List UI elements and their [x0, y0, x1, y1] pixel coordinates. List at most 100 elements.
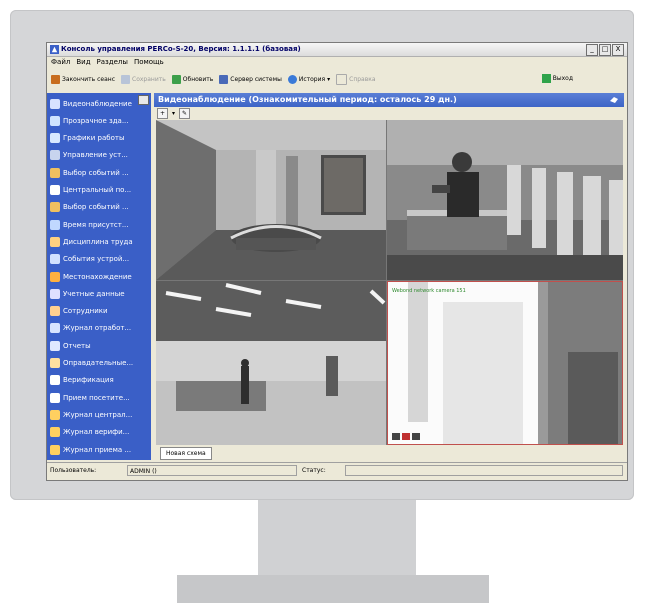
sidebar-item-label: Журнал приема ... — [63, 445, 132, 454]
sidebar-item-20[interactable]: Журнал верифи... — [50, 424, 148, 441]
camera-4-image — [388, 282, 622, 444]
sidebar-item-2[interactable]: Прозрачное зда... — [50, 112, 148, 129]
camera-settings-icon[interactable] — [412, 433, 420, 440]
help-icon — [336, 73, 348, 85]
refresh-button[interactable]: Обновить — [171, 74, 214, 84]
sidebar-item-1[interactable]: Видеонаблюдение — [50, 95, 148, 112]
save-icon — [121, 74, 131, 84]
sidebar-item-16[interactable]: Оправдательные... — [50, 355, 148, 372]
sidebar-item-label: Учетные данные — [63, 289, 125, 298]
sidebar-item-14[interactable]: Журнал отработ... — [50, 320, 148, 337]
refresh-label: Обновить — [182, 75, 214, 83]
user-label: Пользователь: — [50, 467, 97, 474]
menu-help[interactable]: Помощь — [134, 57, 164, 68]
sidebar-item-label: Видеонаблюдение — [63, 99, 132, 108]
menu-file[interactable]: Файл — [51, 57, 70, 68]
user-value: ADMIN () — [127, 465, 297, 476]
sidebar-item-5[interactable]: Выбор событий ... — [50, 164, 148, 181]
content-toolbar: + ▾ ✎ — [154, 108, 624, 119]
sidebar-item-label: Журнал централ... — [63, 410, 133, 419]
sidebar-item-label: События устрой... — [63, 255, 130, 264]
help-label: Справка — [349, 75, 376, 83]
reports-icon — [50, 340, 60, 351]
sidebar-item-label: Местонахождение — [63, 272, 132, 281]
close-button[interactable]: X — [612, 44, 624, 56]
sidebar-item-15[interactable]: Отчеты — [50, 337, 148, 354]
exit-button[interactable]: Выход — [541, 74, 573, 83]
save-label: Сохранить — [132, 75, 166, 83]
sidebar-item-11[interactable]: Местонахождение — [50, 268, 148, 285]
end-session-button[interactable]: Закончить сеанс — [51, 74, 116, 84]
server-button[interactable]: Сервер системы — [219, 74, 282, 84]
server-label: Сервер системы — [230, 75, 282, 83]
add-scene-icon[interactable]: + — [157, 108, 168, 119]
sidebar-item-6[interactable]: Центральный по... — [50, 182, 148, 199]
sidebar-item-10[interactable]: События устрой... — [50, 251, 148, 268]
tab-new-scene[interactable]: Новая схема — [160, 447, 212, 460]
server-icon — [219, 74, 229, 84]
menu-view[interactable]: Вид — [76, 57, 90, 68]
sidebar-item-13[interactable]: Сотрудники — [50, 303, 148, 320]
sidebar-item-label: Журнал верифи... — [63, 428, 130, 437]
monitor-icon — [50, 185, 60, 195]
save-button[interactable]: Сохранить — [121, 74, 166, 84]
camera-play-icon[interactable] — [392, 433, 400, 440]
exit-label: Выход — [552, 75, 573, 82]
add-scene-dropdown-icon[interactable]: ▾ — [172, 110, 175, 117]
camera-1-image — [156, 120, 386, 280]
sidebar-item-8[interactable]: Время присутст... — [50, 216, 148, 233]
camera-record-icon[interactable] — [402, 433, 410, 440]
sidebar: Видеонаблюдение Прозрачное зда... Графики … — [47, 93, 151, 460]
menu-sections[interactable]: Разделы — [97, 57, 128, 68]
help-button[interactable]: Справка — [336, 73, 376, 85]
sidebar-item-label: Управление уст... — [63, 151, 128, 160]
camera-view-2[interactable] — [387, 120, 623, 280]
minimize-button[interactable]: _ — [586, 44, 598, 56]
visitors-icon — [50, 392, 60, 403]
device-events-icon — [50, 254, 60, 265]
sidebar-item-18[interactable]: Прием посетите... — [50, 389, 148, 406]
sidebar-item-label: Верификация — [63, 376, 114, 385]
sidebar-item-label: Графики работы — [63, 134, 125, 143]
camera-view-4[interactable]: Webond network camera 151 — [387, 281, 623, 445]
app-window: Консоль управления PERCo-S-20, Версия: 1… — [46, 42, 628, 481]
end-session-icon — [51, 74, 60, 84]
status-label: Статус: — [302, 467, 326, 474]
sidebar-item-21[interactable]: Журнал приема ... — [50, 441, 148, 458]
building-icon — [50, 115, 60, 126]
sidebar-item-label: Журнал отработ... — [63, 324, 132, 333]
edit-scene-icon[interactable]: ✎ — [179, 108, 191, 119]
events-icon — [50, 202, 60, 213]
journal-icon — [50, 444, 60, 455]
sidebar-item-12[interactable]: Учетные данные — [50, 285, 148, 302]
monitor-stand-base — [177, 575, 489, 603]
content-header: Видеонаблюдение (Ознакомительный период:… — [154, 93, 624, 107]
end-session-label: Закончить сеанс — [62, 75, 116, 83]
sidebar-item-17[interactable]: Верификация — [50, 372, 148, 389]
sidebar-item-4[interactable]: Управление уст... — [50, 147, 148, 164]
calendar-icon — [50, 133, 60, 144]
sidebar-item-7[interactable]: Выбор событий ... — [50, 199, 148, 216]
sidebar-item-label: Выбор событий ... — [63, 203, 129, 212]
history-button[interactable]: История ▾ — [287, 74, 330, 84]
camera-view-1[interactable] — [156, 120, 386, 280]
camera-view-3[interactable] — [156, 281, 386, 445]
maximize-button[interactable]: □ — [599, 44, 611, 56]
page-title: Видеонаблюдение (Ознакомительный период:… — [158, 95, 457, 104]
pin-icon[interactable] — [609, 95, 620, 104]
exit-icon — [541, 74, 551, 83]
camera-2-image — [387, 120, 623, 280]
documents-icon — [50, 358, 60, 368]
discipline-icon — [50, 236, 60, 247]
sidebar-item-label: Прозрачное зда... — [63, 116, 129, 125]
device-icon — [50, 150, 60, 161]
sidebar-item-3[interactable]: Графики работы — [50, 130, 148, 147]
toolbar: Закончить сеанс Сохранить Обновить Серве… — [47, 71, 627, 87]
scene-tabs: Новая схема — [156, 446, 623, 460]
sidebar-item-19[interactable]: Журнал централ... — [50, 406, 148, 423]
sidebar-item-9[interactable]: Дисциплина труда — [50, 233, 148, 250]
window-title: Консоль управления PERCo-S-20, Версия: 1… — [61, 45, 301, 53]
camera-icon — [50, 98, 60, 109]
history-dropdown-icon[interactable]: ▾ — [327, 76, 330, 83]
video-grid: Webond network camera 151 — [156, 120, 623, 445]
